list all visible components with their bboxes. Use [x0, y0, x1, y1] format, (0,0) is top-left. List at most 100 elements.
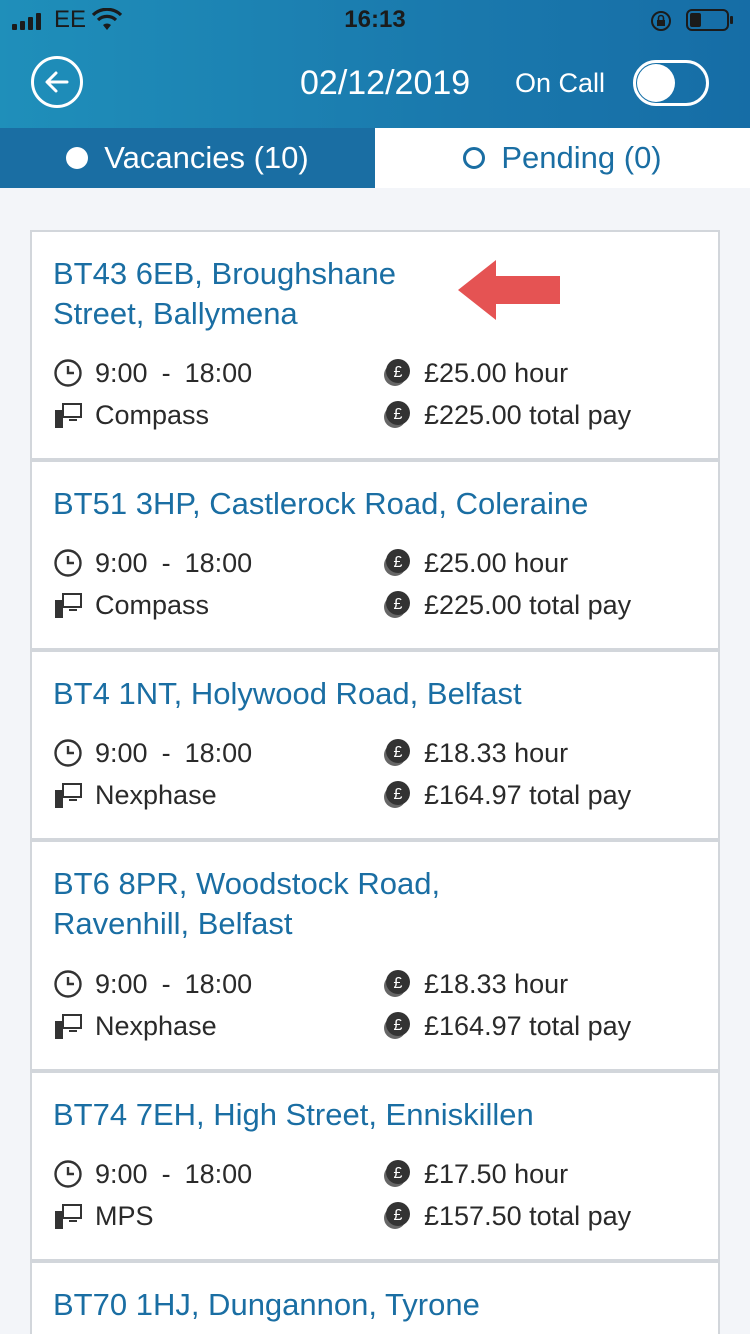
- shift-end: 18:00: [184, 968, 253, 999]
- rotation-lock-icon: [651, 11, 671, 31]
- shift-start: 9:00: [95, 1158, 148, 1189]
- shift-end: 18:00: [184, 547, 253, 578]
- computer-icon: [55, 1204, 82, 1229]
- svg-text:£: £: [394, 554, 403, 571]
- computer-icon: [55, 1014, 82, 1039]
- clock-icon: [54, 359, 82, 387]
- clock-icon: [54, 970, 82, 998]
- time-separator: -: [161, 737, 171, 768]
- vacancy-card[interactable]: BT6 8PR, Woodstock Road, Ravenhill, Belf…: [30, 840, 720, 1071]
- svg-text:£: £: [394, 744, 403, 761]
- tab-vacancies-label: Vacancies (10): [104, 140, 309, 175]
- svg-text:£: £: [394, 786, 403, 803]
- clock-icon: [54, 549, 82, 577]
- pound-coin-icon: £: [384, 1202, 410, 1229]
- pound-coin-icon: £: [384, 1160, 410, 1187]
- svg-text:£: £: [394, 364, 403, 381]
- total-pay-text: £225.00 total pay: [424, 399, 632, 430]
- vacancy-address: BT6 8PR, Woodstock Road, Ravenhill, Belf…: [53, 866, 441, 941]
- total-pay: £ £157.50 total pay: [382, 1199, 631, 1233]
- time-separator: -: [161, 1158, 171, 1189]
- vacancy-address: BT43 6EB, Broughshane Street, Ballymena: [53, 256, 396, 331]
- back-button[interactable]: [31, 56, 83, 108]
- rate-text: £25.00 hour: [424, 547, 569, 578]
- status-bar: EE 16:13: [0, 0, 750, 42]
- vacancy-card[interactable]: BT70 1HJ, Dungannon, Tyrone: [30, 1261, 720, 1334]
- system: Compass: [53, 588, 209, 622]
- arrow-left-icon: [45, 71, 69, 93]
- rate-text: £18.33 hour: [424, 737, 569, 768]
- system-name: Compass: [95, 399, 210, 430]
- computer-icon: [55, 783, 82, 808]
- vacancy-card[interactable]: BT74 7EH, High Street, Enniskillen 9:00 …: [30, 1071, 720, 1261]
- tab-pending[interactable]: Pending (0): [375, 128, 750, 188]
- pound-coin-icon: £: [384, 591, 410, 618]
- rate-text: £17.50 hour: [424, 1158, 569, 1189]
- vacancy-card[interactable]: BT4 1NT, Holywood Road, Belfast 9:00 - 1…: [30, 650, 720, 840]
- shift-end: 18:00: [184, 1158, 253, 1189]
- total-pay: £ £164.97 total pay: [382, 1009, 631, 1043]
- pound-coin-icon: £: [384, 401, 410, 428]
- vacancy-address: BT70 1HJ, Dungannon, Tyrone: [53, 1287, 480, 1322]
- radio-empty-icon: [463, 147, 486, 169]
- time-separator: -: [161, 357, 171, 388]
- on-call-label: On Call: [515, 68, 606, 98]
- computer-icon: [55, 403, 82, 428]
- system: MPS: [53, 1199, 154, 1233]
- vacancy-address: BT74 7EH, High Street, Enniskillen: [53, 1097, 534, 1132]
- shift-start: 9:00: [95, 968, 148, 999]
- svg-text:£: £: [394, 975, 403, 992]
- svg-text:£: £: [394, 406, 403, 423]
- svg-text:£: £: [394, 1165, 403, 1182]
- clock-icon: [54, 1160, 82, 1188]
- rate-text: £25.00 hour: [424, 357, 569, 388]
- vacancy-address: BT4 1NT, Holywood Road, Belfast: [53, 676, 522, 711]
- shift-time: 9:00 - 18:00: [53, 546, 252, 580]
- shift-time: 9:00 - 18:00: [53, 967, 252, 1001]
- vacancy-card[interactable]: BT51 3HP, Castlerock Road, Coleraine 9:0…: [30, 460, 720, 650]
- hourly-rate: £ £18.33 hour: [382, 967, 568, 1001]
- vacancy-address: BT51 3HP, Castlerock Road, Coleraine: [53, 486, 589, 521]
- svg-text:£: £: [394, 596, 403, 613]
- total-pay: £ £225.00 total pay: [382, 398, 631, 432]
- computer-icon: [55, 593, 82, 618]
- vacancy-card[interactable]: BT43 6EB, Broughshane Street, Ballymena …: [30, 230, 720, 460]
- tab-vacancies[interactable]: Vacancies (10): [0, 128, 375, 188]
- total-pay-text: £157.50 total pay: [424, 1200, 632, 1231]
- pound-coin-icon: £: [384, 739, 410, 766]
- pound-coin-icon: £: [384, 1012, 410, 1039]
- tab-pending-label: Pending (0): [501, 140, 662, 175]
- header-date: 02/12/2019: [300, 64, 471, 102]
- shift-end: 18:00: [184, 357, 253, 388]
- hourly-rate: £ £25.00 hour: [382, 356, 568, 390]
- total-pay-text: £225.00 total pay: [424, 589, 632, 620]
- shift-start: 9:00: [95, 737, 148, 768]
- total-pay-text: £164.97 total pay: [424, 779, 632, 810]
- toggle-knob: [637, 64, 675, 102]
- on-call-toggle[interactable]: [633, 60, 709, 106]
- shift-start: 9:00: [95, 357, 148, 388]
- pound-coin-icon: £: [384, 781, 410, 808]
- shift-end: 18:00: [184, 737, 253, 768]
- svg-text:£: £: [394, 1017, 403, 1034]
- system-name: MPS: [95, 1200, 154, 1231]
- battery-icon: [686, 9, 733, 31]
- time-separator: -: [161, 547, 171, 578]
- pound-coin-icon: £: [384, 359, 410, 386]
- hourly-rate: £ £18.33 hour: [382, 736, 568, 770]
- pound-coin-icon: £: [384, 549, 410, 576]
- status-time: 16:13: [344, 6, 406, 33]
- total-pay: £ £225.00 total pay: [382, 588, 631, 622]
- rate-text: £18.33 hour: [424, 968, 569, 999]
- clock-icon: [54, 739, 82, 767]
- svg-text:£: £: [394, 1207, 403, 1224]
- system-name: Nexphase: [95, 1010, 217, 1041]
- hourly-rate: £ £25.00 hour: [382, 546, 568, 580]
- app-header: EE 16:13 02/12/2019 On Call: [0, 0, 750, 128]
- system: Nexphase: [53, 1009, 217, 1043]
- system: Compass: [53, 398, 209, 432]
- tab-bar: Vacancies (10) Pending (0): [0, 128, 750, 188]
- system: Nexphase: [53, 778, 217, 812]
- shift-time: 9:00 - 18:00: [53, 736, 252, 770]
- shift-time: 9:00 - 18:00: [53, 1157, 252, 1191]
